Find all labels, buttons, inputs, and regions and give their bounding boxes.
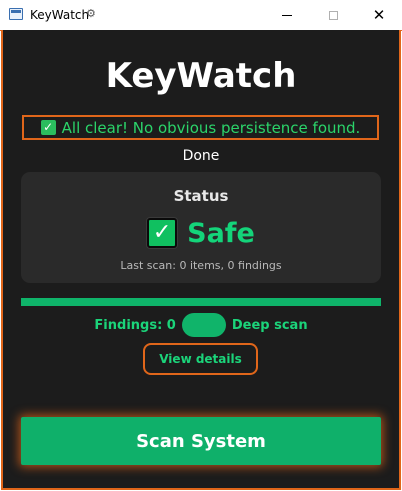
app-title: KeyWatch <box>105 56 297 96</box>
deep-scan-label: Deep scan <box>231 317 308 333</box>
app-window-icon <box>9 8 23 20</box>
maximize-icon <box>328 10 338 20</box>
close-icon: ✕ <box>372 5 386 24</box>
deep-scan-toggle[interactable] <box>181 313 226 337</box>
close-button[interactable]: ✕ <box>356 0 402 30</box>
progress-bar-fill <box>21 298 381 306</box>
window-titlebar[interactable]: KeyWatch ⚙ ✕ <box>0 0 402 30</box>
checkmark-icon: ✓ <box>40 120 56 135</box>
status-heading: Status <box>173 187 229 205</box>
banner-text: All clear! No obvious persistence found. <box>61 118 361 137</box>
progress-label: Done <box>182 148 220 164</box>
checkmark-icon: ✓ <box>147 218 178 248</box>
status-value: Safe <box>187 217 255 249</box>
minimize-button[interactable] <box>264 0 310 30</box>
progress-bar <box>21 298 381 306</box>
status-banner: ✓ All clear! No obvious persistence foun… <box>22 115 379 140</box>
view-details-button[interactable]: View details <box>143 343 258 375</box>
status-card: Status ✓ Safe Last scan: 0 items, 0 find… <box>21 172 381 283</box>
findings-row: Findings: 0 Deep scan <box>0 313 402 337</box>
status-row: ✓ Safe <box>21 216 381 250</box>
scan-system-button[interactable]: Scan System <box>21 417 381 465</box>
minimize-icon <box>282 14 292 16</box>
findings-count: Findings: 0 <box>94 317 176 333</box>
last-scan-text: Last scan: 0 items, 0 findings <box>120 259 282 272</box>
gear-icon: ⚙ <box>86 7 96 20</box>
maximize-button[interactable] <box>310 0 356 30</box>
window-title: KeyWatch <box>30 8 90 22</box>
